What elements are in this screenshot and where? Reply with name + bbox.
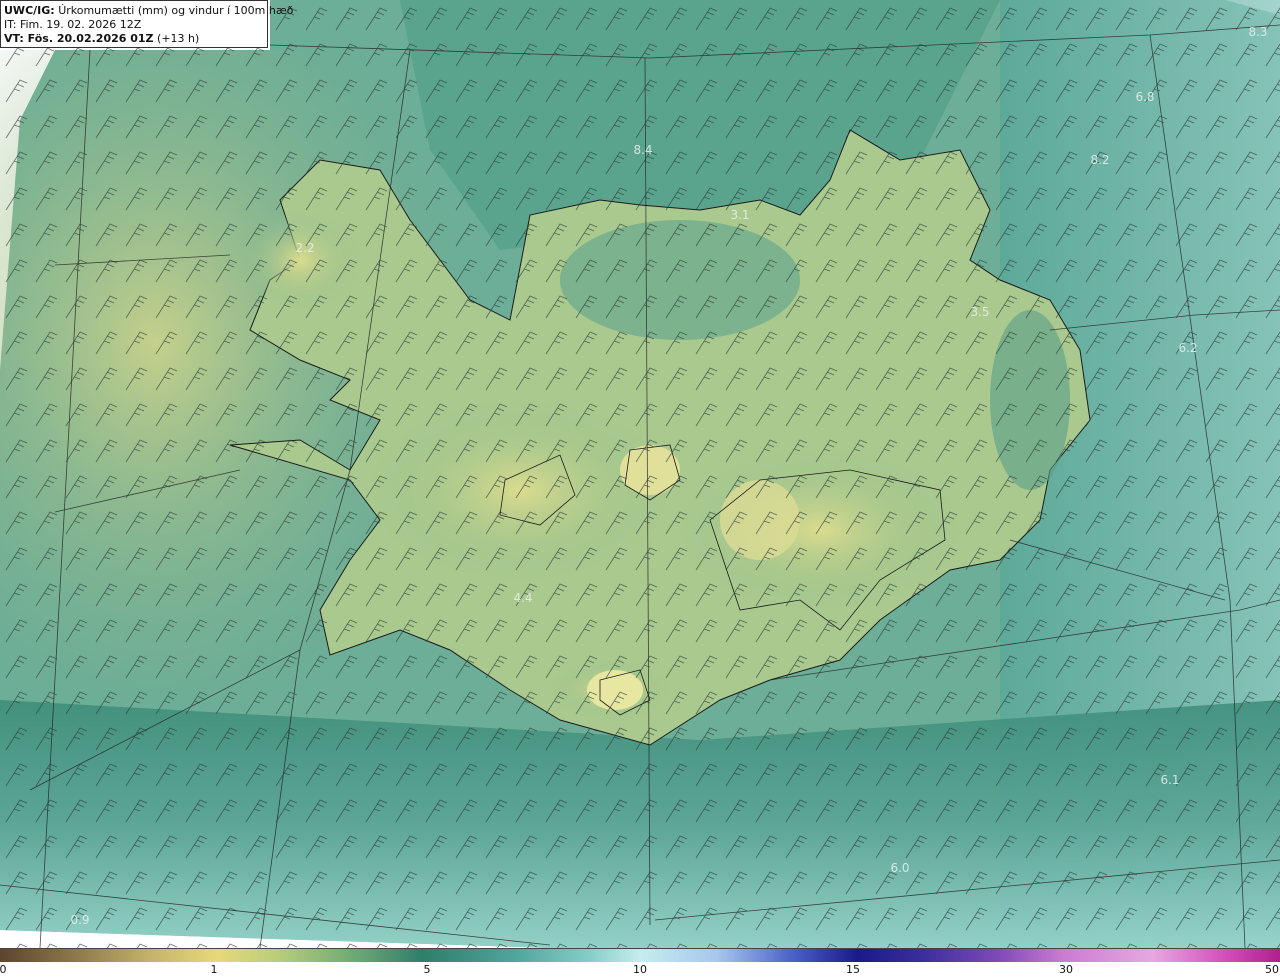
value-label: 3.1: [730, 208, 750, 222]
value-label: 8.2: [1090, 153, 1110, 167]
value-label: 3.5: [970, 305, 990, 319]
value-label: 4.4: [513, 591, 533, 605]
colorbar-tick: 0: [0, 963, 7, 976]
colorbar-tick: 5: [423, 963, 431, 976]
colorbar-tick: 30: [1059, 963, 1073, 976]
value-label: 6.8: [1135, 90, 1155, 104]
model-name: UWC/IG:: [4, 4, 55, 17]
valid-time-line: VT: Fös. 20.02.2026 01Z (+13 h): [4, 32, 267, 46]
colorbar-tick: 50: [1265, 963, 1279, 976]
field-name: Úrkomumætti (mm) og vindur í 100m hæð: [58, 4, 294, 17]
forecast-offset: (+13 h): [157, 32, 200, 45]
value-label: 0.9: [70, 913, 90, 927]
value-label: 6.1: [1160, 773, 1180, 787]
value-label: 8.3: [1248, 25, 1268, 39]
colorbar-gradient: [0, 948, 1280, 962]
header-title-line: UWC/IG: Úrkomumætti (mm) og vindur í 100…: [4, 4, 293, 18]
header-info-box: UWC/IG: Úrkomumætti (mm) og vindur í 100…: [0, 0, 293, 48]
value-label: 2.2: [295, 241, 315, 255]
colorbar-tick: 1: [210, 963, 218, 976]
colorbar-tick: 15: [846, 963, 860, 976]
colorbar-tick: 10: [633, 963, 647, 976]
colorbar: 0 1 5 10 15 30 50: [0, 948, 1280, 978]
value-label: 6.0: [890, 861, 910, 875]
value-label: 6.2: [1178, 341, 1198, 355]
value-label: 8.4: [633, 143, 653, 157]
valid-time: VT: Fös. 20.02.2026 01Z: [4, 32, 154, 45]
init-time: IT: Fim. 19. 02. 2026 12Z: [4, 18, 142, 31]
